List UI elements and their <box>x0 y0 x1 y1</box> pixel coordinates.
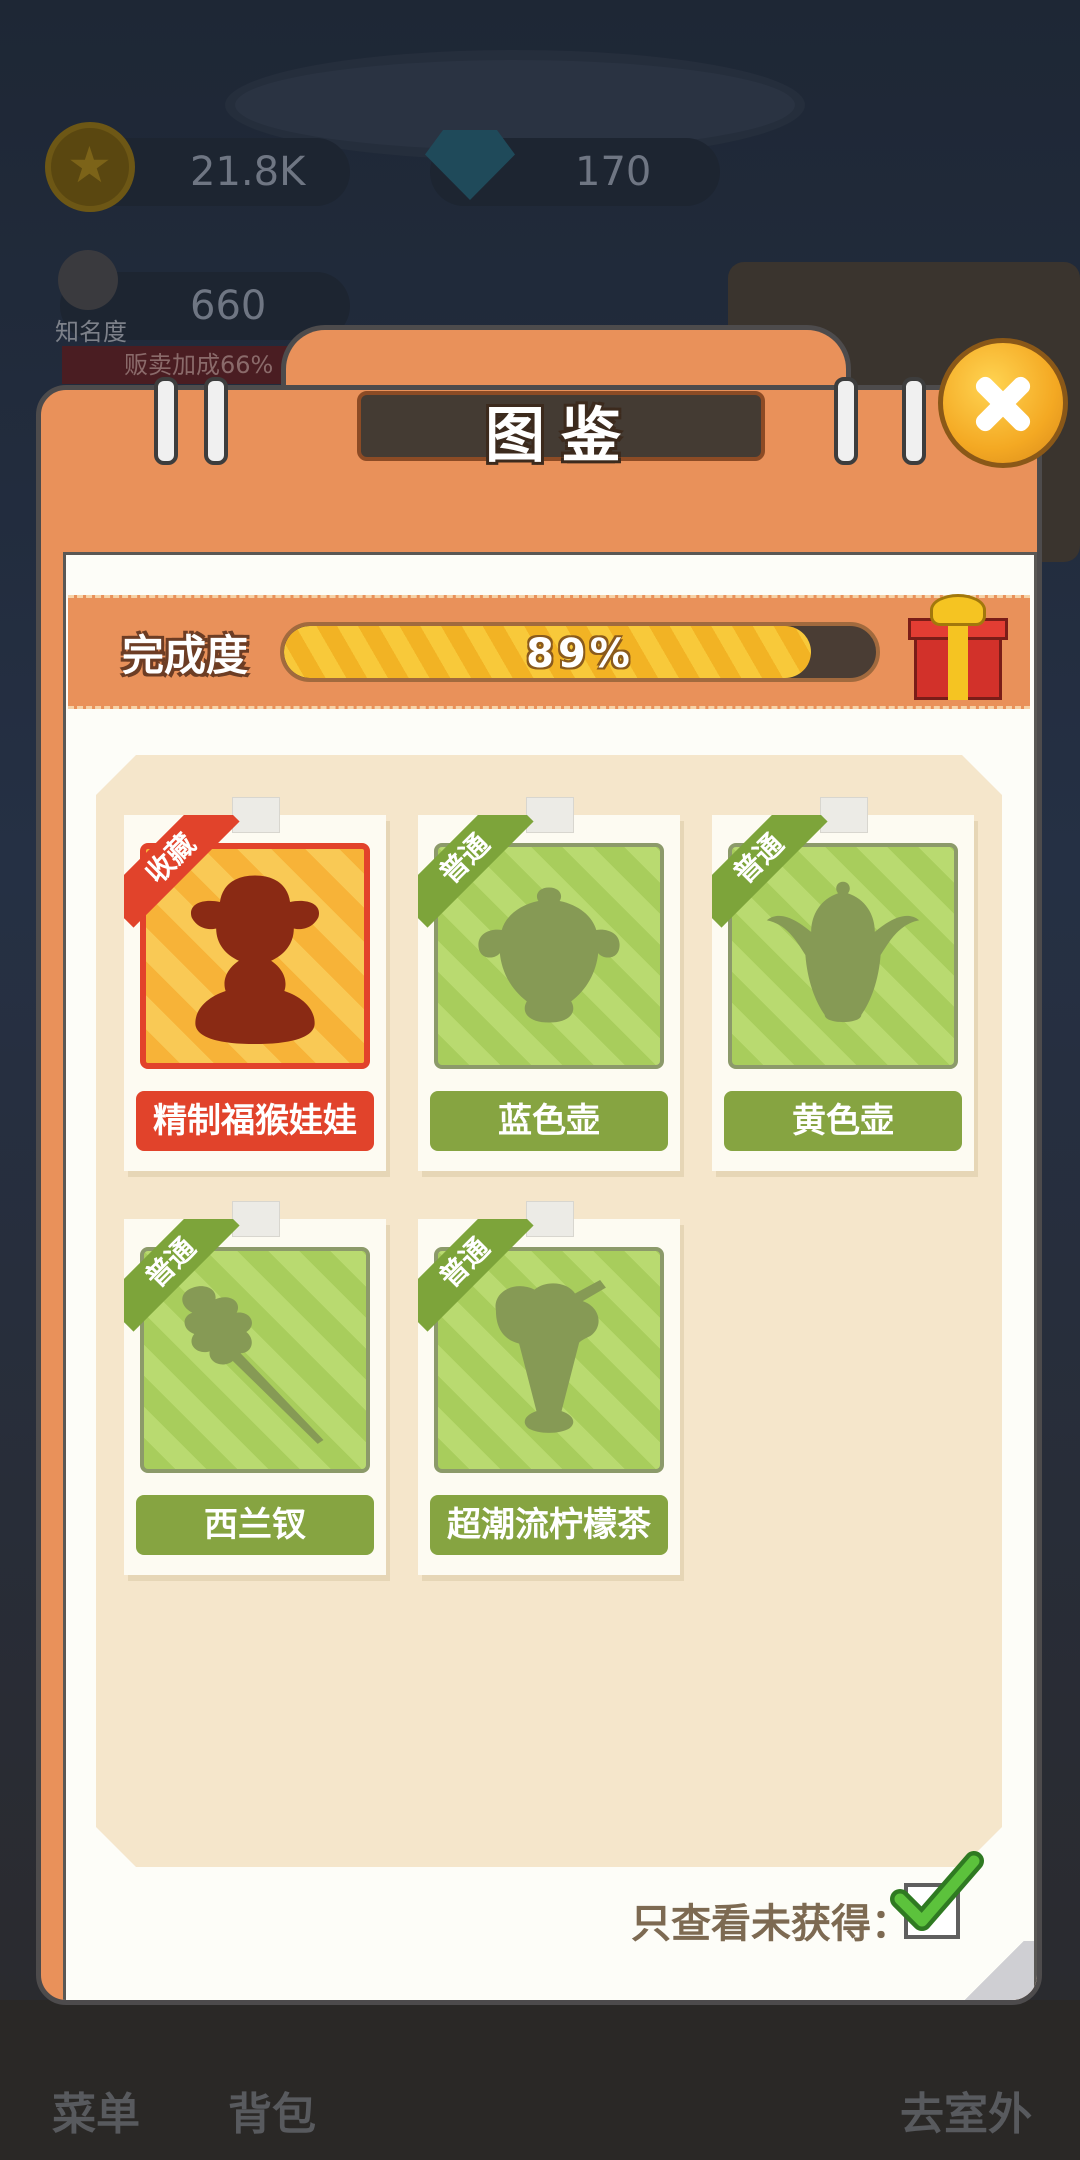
gift-box-icon[interactable] <box>908 594 1008 704</box>
go-outdoor-button[interactable]: 去室外 <box>900 2078 1032 2142</box>
rarity-ribbon: 普通 <box>712 815 832 935</box>
binder-ring <box>154 377 178 465</box>
item-name: 精制福猴娃娃 <box>136 1091 374 1151</box>
paper-fold-corner <box>934 1941 1034 2000</box>
rarity-ribbon: 普通 <box>418 1219 538 1339</box>
bag-button[interactable]: 背包 <box>228 2078 316 2142</box>
item-name: 超潮流柠檬茶 <box>430 1495 668 1555</box>
bottom-nav: 菜单 背包 去室外 <box>0 2000 1080 2160</box>
rarity-label: 普通 <box>124 1219 240 1332</box>
checkmark-icon[interactable] <box>886 1845 986 1945</box>
rarity-ribbon: 普通 <box>124 1219 244 1339</box>
modal-title: 图鉴 <box>485 401 637 471</box>
rarity-ribbon: 收藏 <box>124 815 244 935</box>
completion-band: 完成度 89% <box>68 594 1030 709</box>
binder-ring <box>902 377 926 465</box>
rarity-label: 普通 <box>418 1219 534 1332</box>
item-name: 蓝色壶 <box>430 1091 668 1151</box>
completion-label: 完成度 <box>122 631 249 680</box>
collection-card[interactable]: 普通 蓝色壶 <box>418 797 680 1171</box>
completion-percent: 89% <box>526 631 634 677</box>
collection-card[interactable]: 普通 超潮流柠檬茶 <box>418 1201 680 1575</box>
collection-card[interactable]: 普通 黄色壶 <box>712 797 974 1171</box>
close-button[interactable] <box>938 338 1068 468</box>
modal-frame: 完成度 89% 收藏 精制福猴娃娃 普通 蓝色壶 普通 黄色壶 普通 西兰钗 普… <box>36 385 1042 2005</box>
binder-ring <box>204 377 228 465</box>
rarity-label: 收藏 <box>124 815 240 928</box>
rarity-label: 普通 <box>418 815 534 928</box>
filter-unobtained-label: 只查看未获得： <box>631 1901 911 1947</box>
rarity-label: 普通 <box>712 815 828 928</box>
item-name: 黄色壶 <box>724 1091 962 1151</box>
binder-ring <box>834 377 858 465</box>
gem-value: 170 <box>575 149 652 195</box>
background-plate <box>235 60 795 150</box>
item-name: 西兰钗 <box>136 1495 374 1555</box>
paper-sheet: 完成度 89% 收藏 精制福猴娃娃 普通 蓝色壶 普通 黄色壶 普通 西兰钗 普… <box>63 552 1037 2000</box>
coin-icon <box>45 122 135 212</box>
collection-card[interactable]: 普通 西兰钗 <box>124 1201 386 1575</box>
avatar-icon <box>58 250 118 310</box>
collection-card[interactable]: 收藏 精制福猴娃娃 <box>124 797 386 1171</box>
rarity-ribbon: 普通 <box>418 815 538 935</box>
completion-progress-bar: 89% <box>280 622 880 682</box>
coin-value: 21.8K <box>190 149 306 195</box>
title-plate: 图鉴 <box>357 391 765 471</box>
menu-button[interactable]: 菜单 <box>52 2078 140 2142</box>
collection-modal: 完成度 89% 收藏 精制福猴娃娃 普通 蓝色壶 普通 黄色壶 普通 西兰钗 普… <box>36 325 1048 2005</box>
